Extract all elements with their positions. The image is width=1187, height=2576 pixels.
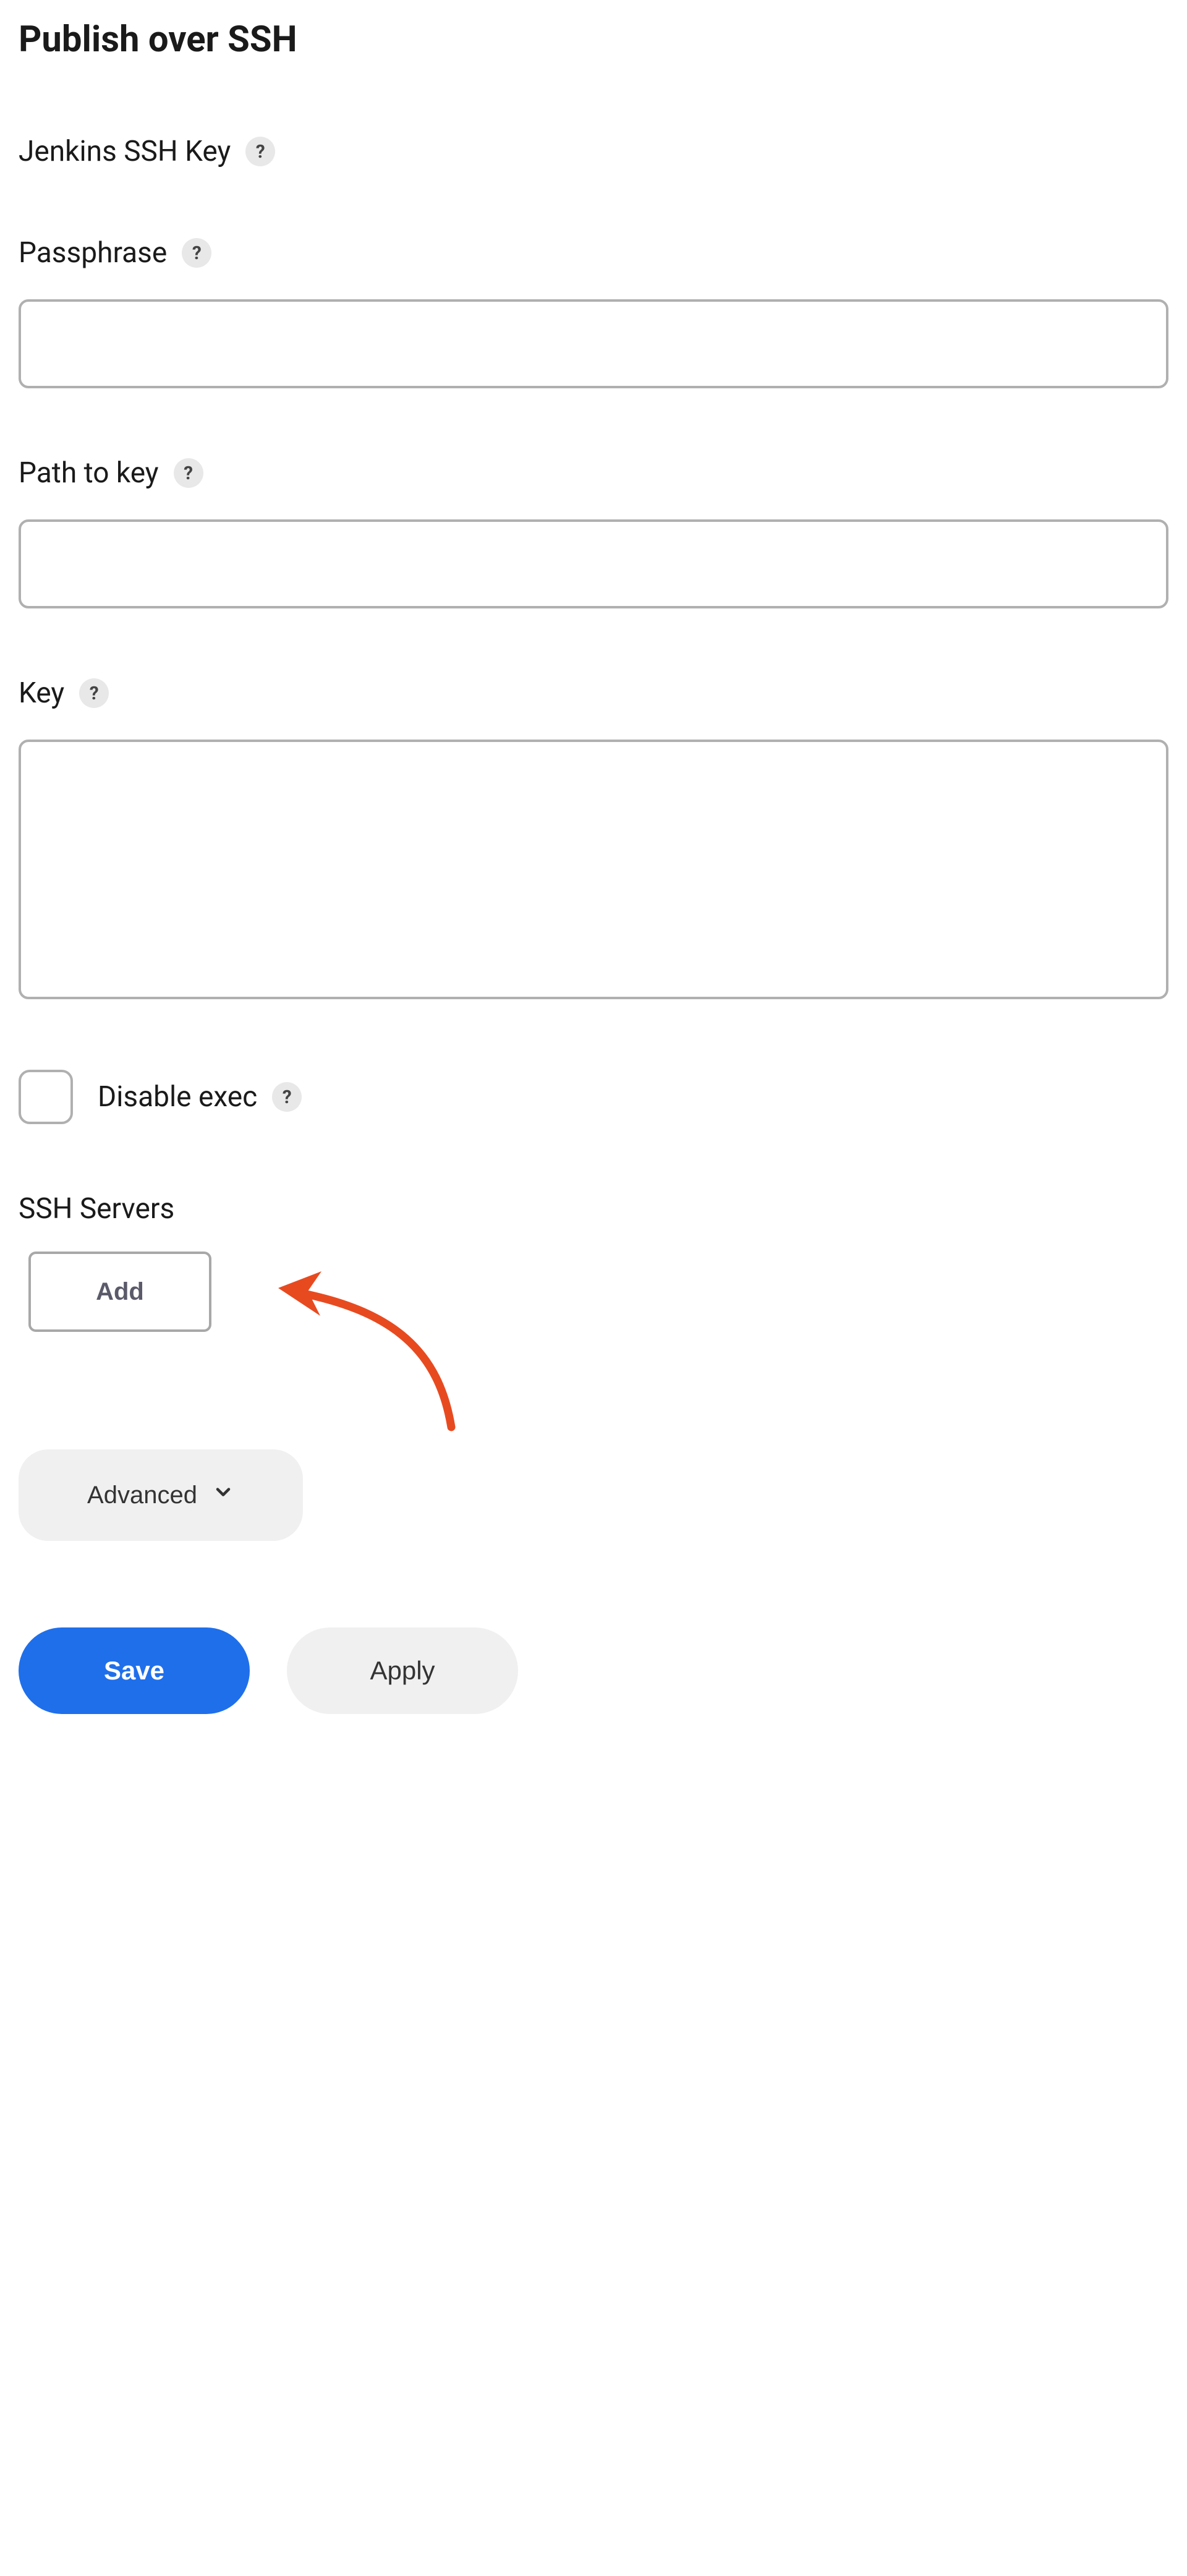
help-icon[interactable]	[182, 238, 211, 268]
jenkins-ssh-key-group: Jenkins SSH Key	[19, 135, 1168, 168]
chevron-down-icon	[212, 1481, 234, 1509]
help-icon[interactable]	[174, 458, 203, 488]
key-label: Key	[19, 676, 64, 710]
passphrase-group: Passphrase	[19, 236, 1168, 388]
jenkins-ssh-key-label: Jenkins SSH Key	[19, 135, 231, 168]
annotation-arrow-icon	[241, 1229, 476, 1452]
apply-button[interactable]: Apply	[287, 1627, 518, 1714]
passphrase-label: Passphrase	[19, 236, 167, 270]
passphrase-input[interactable]	[19, 299, 1168, 388]
help-icon[interactable]	[245, 137, 275, 166]
disable-exec-checkbox[interactable]	[19, 1070, 73, 1124]
help-icon[interactable]	[79, 678, 109, 708]
disable-exec-label: Disable exec	[98, 1080, 257, 1114]
path-to-key-label: Path to key	[19, 456, 159, 490]
add-button[interactable]: Add	[28, 1252, 211, 1332]
key-group: Key	[19, 676, 1168, 1002]
advanced-label: Advanced	[87, 1482, 197, 1509]
key-textarea[interactable]	[19, 740, 1168, 999]
advanced-button[interactable]: Advanced	[19, 1449, 303, 1541]
path-to-key-input[interactable]	[19, 519, 1168, 608]
path-to-key-group: Path to key	[19, 456, 1168, 608]
save-button[interactable]: Save	[19, 1627, 250, 1714]
button-row: Save Apply	[19, 1627, 1168, 1714]
disable-exec-row: Disable exec	[19, 1070, 1168, 1124]
help-icon[interactable]	[272, 1082, 302, 1112]
ssh-servers-label: SSH Servers	[19, 1192, 1168, 1226]
section-title: Publish over SSH	[19, 19, 1168, 61]
